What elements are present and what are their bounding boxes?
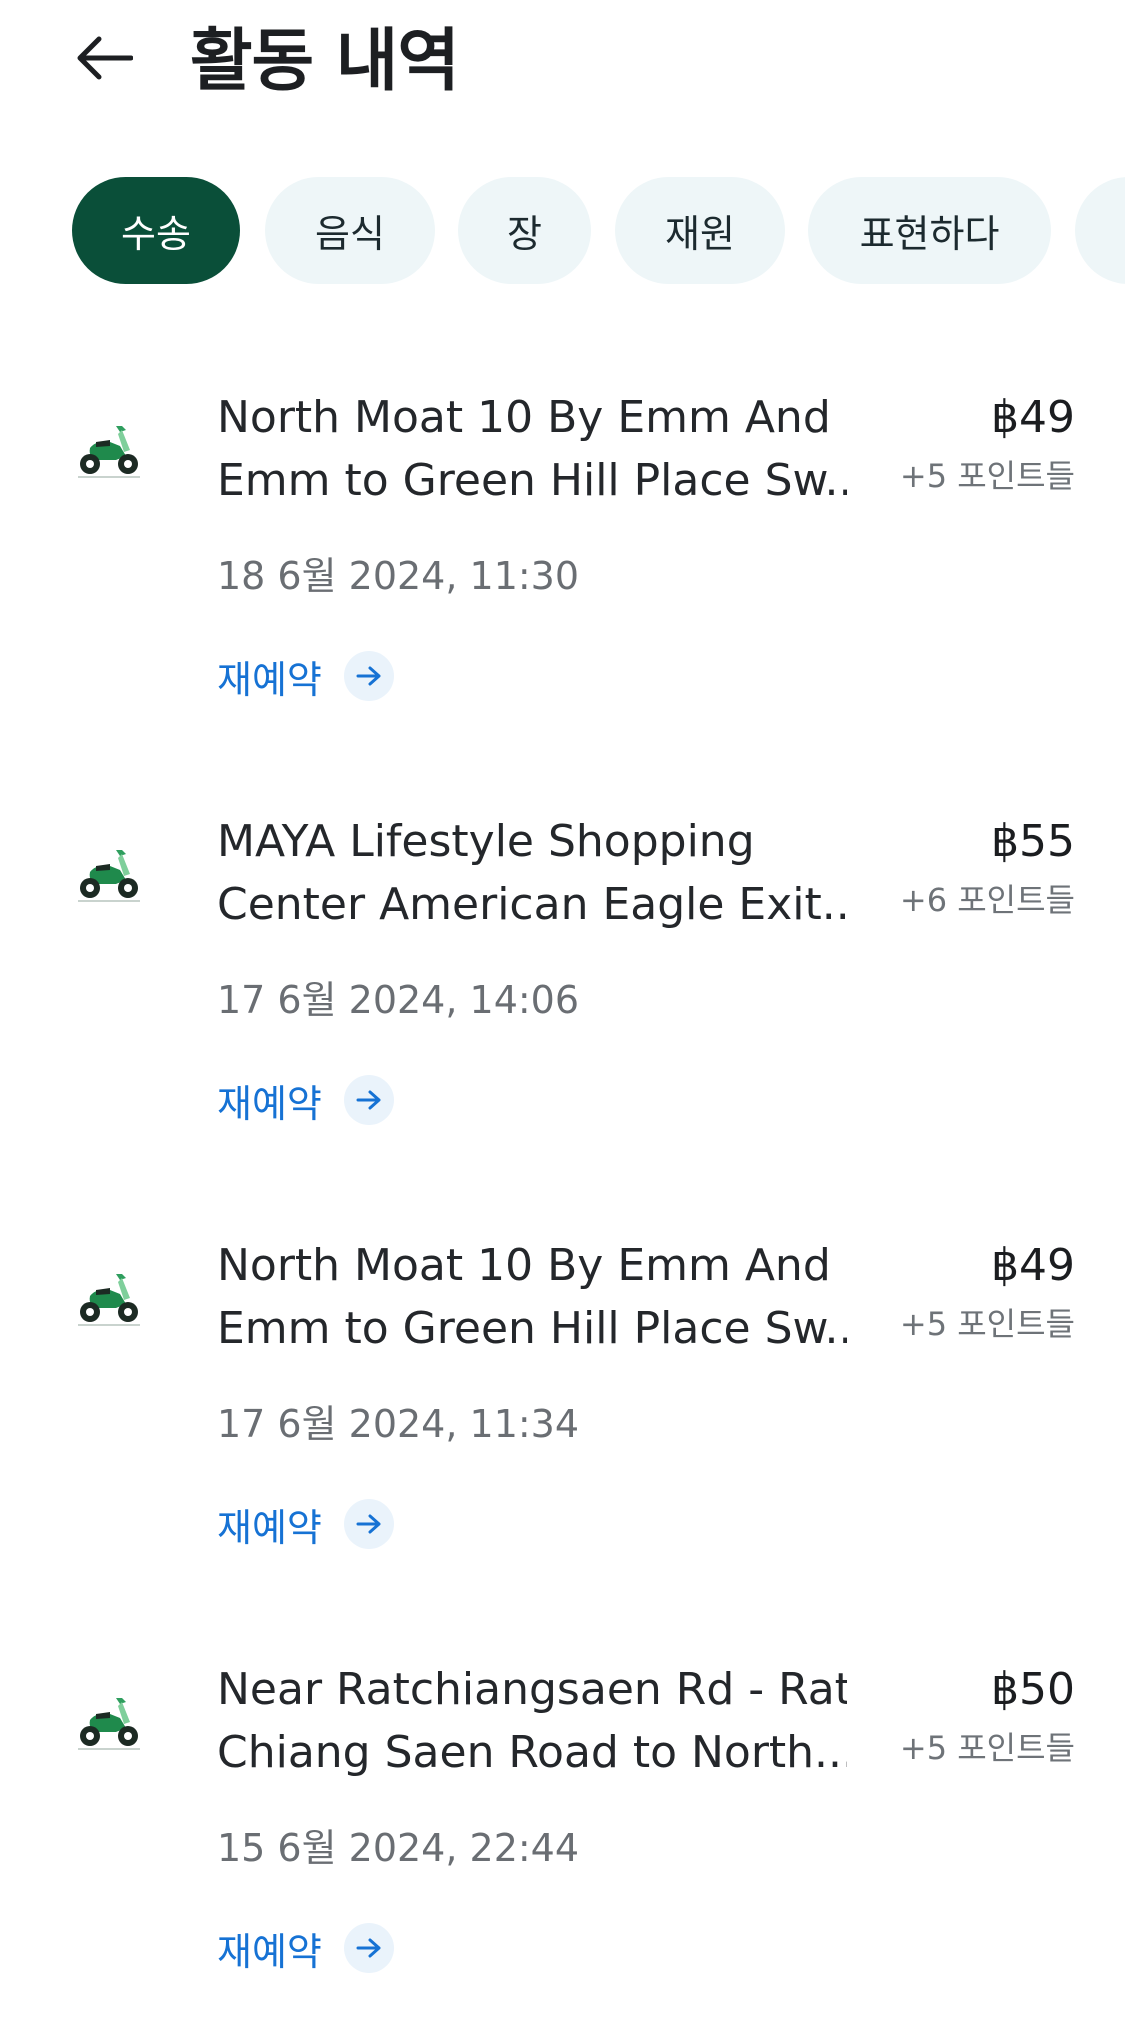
route-line-2: Emm to Green Hill Place Sw... xyxy=(217,455,847,506)
route-line-2: Emm to Green Hill Place Sw... xyxy=(217,1303,847,1354)
motorbike-icon xyxy=(78,1698,140,1750)
route-line-1: North Moat 10 By Emm And xyxy=(217,1240,831,1291)
route-line-2: Center American Eagle Exit... xyxy=(217,879,847,930)
points-earned: +5 포인트들 xyxy=(899,1729,1075,1767)
arrow-left-icon xyxy=(77,36,133,80)
rebook-button[interactable]: 재예약 xyxy=(217,648,394,704)
route-text: North Moat 10 By Emm And Emm to Green Hi… xyxy=(217,386,847,512)
rebook-button[interactable]: 재예약 xyxy=(217,1920,394,1976)
arrow-right-icon xyxy=(343,1075,394,1125)
chip-express[interactable]: 표현하다 xyxy=(808,177,1051,284)
price: ฿55 xyxy=(991,816,1075,867)
category-filter-bar: 수송 음식 장 재원 표현하다 xyxy=(0,177,1125,285)
activity-item[interactable]: North Moat 10 By Emm And Emm to Green Hi… xyxy=(0,1188,1125,1612)
arrow-right-icon xyxy=(343,1923,394,1973)
route-line-1: North Moat 10 By Emm And xyxy=(217,392,831,443)
motorbike-icon xyxy=(78,1274,140,1326)
route-line-1: Near Ratchiangsaen Rd - Rat xyxy=(217,1664,847,1715)
motorbike-icon xyxy=(78,850,140,902)
rebook-label: 재예약 xyxy=(217,1505,322,1550)
motorbike-icon xyxy=(78,426,140,478)
trip-date: 17 6월 2024, 14:06 xyxy=(217,978,580,1022)
activity-item[interactable]: MAYA Lifestyle Shopping Center American … xyxy=(0,764,1125,1188)
price: ฿49 xyxy=(991,392,1075,443)
rebook-label: 재예약 xyxy=(217,1081,322,1126)
price: ฿49 xyxy=(991,1240,1075,1291)
chip-mart[interactable]: 장 xyxy=(458,177,591,284)
chip-finance[interactable]: 재원 xyxy=(615,177,785,284)
route-line-2: Chiang Saen Road to North... xyxy=(217,1727,847,1778)
route-line-1: MAYA Lifestyle Shopping xyxy=(217,816,755,867)
rebook-label: 재예약 xyxy=(217,1929,322,1974)
page-title: 활동 내역 xyxy=(190,22,460,101)
route-text: MAYA Lifestyle Shopping Center American … xyxy=(217,810,847,936)
trip-date: 15 6월 2024, 22:44 xyxy=(217,1826,580,1870)
trip-date: 17 6월 2024, 11:34 xyxy=(217,1402,580,1446)
rebook-button[interactable]: 재예약 xyxy=(217,1072,394,1128)
points-earned: +5 포인트들 xyxy=(899,457,1075,495)
chip-more-partial[interactable] xyxy=(1075,177,1125,284)
points-earned: +5 포인트들 xyxy=(899,1305,1075,1343)
rebook-button[interactable]: 재예약 xyxy=(217,1496,394,1552)
trip-date: 18 6월 2024, 11:30 xyxy=(217,554,580,598)
back-button[interactable] xyxy=(68,22,140,94)
chip-food[interactable]: 음식 xyxy=(265,177,435,284)
points-earned: +6 포인트들 xyxy=(899,881,1075,919)
route-text: North Moat 10 By Emm And Emm to Green Hi… xyxy=(217,1234,847,1360)
price: ฿50 xyxy=(991,1664,1075,1715)
arrow-right-icon xyxy=(343,1499,394,1549)
activity-item[interactable]: North Moat 10 By Emm And Emm to Green Hi… xyxy=(0,340,1125,764)
activity-list: North Moat 10 By Emm And Emm to Green Hi… xyxy=(0,340,1125,2036)
activity-item[interactable]: Near Ratchiangsaen Rd - Rat Chiang Saen … xyxy=(0,1612,1125,2036)
chip-transport[interactable]: 수송 xyxy=(72,177,240,284)
route-text: Near Ratchiangsaen Rd - Rat Chiang Saen … xyxy=(217,1658,847,1784)
app-header: 활동 내역 xyxy=(0,0,1125,140)
arrow-right-icon xyxy=(343,651,394,701)
rebook-label: 재예약 xyxy=(217,657,322,702)
